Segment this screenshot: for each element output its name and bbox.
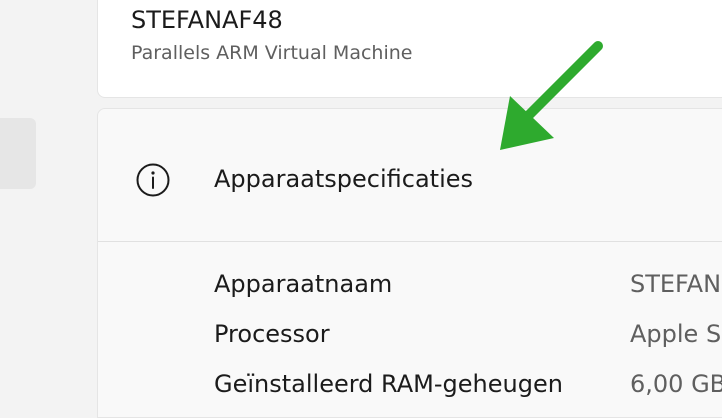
spec-value: STEFAN [630, 270, 722, 298]
spec-row-ram: Geïnstalleerd RAM-geheugen 6,00 GB [98, 367, 722, 401]
spec-row-device-name: Apparaatnaam STEFAN [98, 267, 722, 301]
info-icon [134, 161, 172, 199]
device-specifications-title: Apparaatspecificaties [214, 165, 474, 193]
spec-row-processor: Processor Apple S [98, 317, 722, 351]
spec-value: 6,00 GB [630, 370, 722, 398]
sidebar-item-selected[interactable] [0, 118, 36, 189]
device-specifications-header[interactable]: Apparaatspecificaties [98, 109, 722, 242]
device-model: Parallels ARM Virtual Machine [131, 42, 413, 64]
spec-value: Apple S [630, 320, 722, 348]
device-specifications-panel: Apparaatspecificaties Apparaatnaam STEFA… [97, 108, 722, 418]
spec-label: Apparaatnaam [214, 270, 393, 298]
device-card: STEFANAF48 Parallels ARM Virtual Machine [97, 0, 722, 98]
green-arrow-annotation [500, 41, 603, 150]
spec-label: Geïnstalleerd RAM-geheugen [214, 370, 563, 398]
device-name: STEFANAF48 [131, 6, 283, 34]
spec-label: Processor [214, 320, 330, 348]
